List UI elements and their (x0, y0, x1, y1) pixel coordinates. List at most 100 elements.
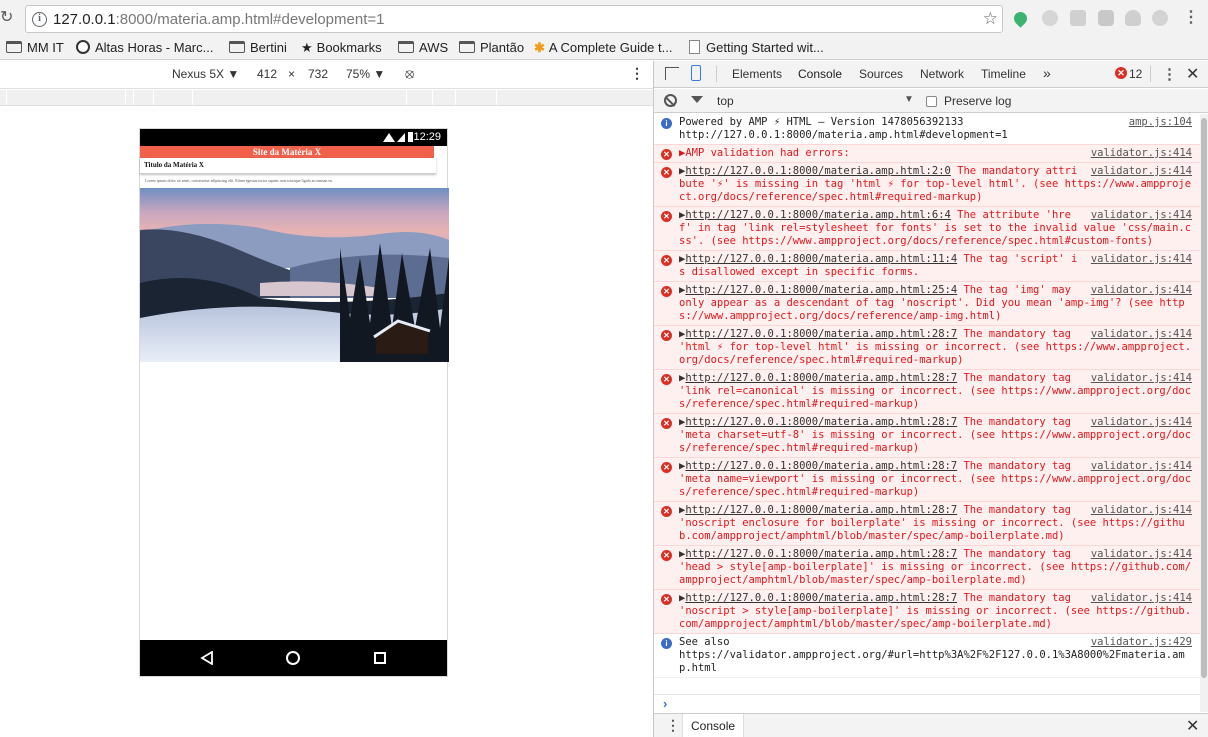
tab-network[interactable]: Network (920, 67, 964, 81)
extension-icon[interactable] (1042, 10, 1058, 26)
reload-icon[interactable]: ↻ (0, 8, 20, 28)
message-url-link[interactable]: http://127.0.0.1:8000/materia.amp.html:2… (685, 504, 957, 516)
console-error-message[interactable]: ✕ validator.js:414 ▶http://127.0.0.1:8000/… (654, 325, 1200, 370)
zoom-select[interactable]: 75% ▼ (346, 67, 385, 81)
bookmark-mm-it[interactable]: MM IT (6, 39, 64, 57)
scroll-thumb[interactable] (1201, 118, 1207, 678)
message-url-link[interactable]: http://127.0.0.1:8000/materia.amp.html:2… (685, 548, 957, 560)
devtools-menu-icon[interactable]: ⋮ (1162, 65, 1177, 83)
tab-console[interactable]: Console (798, 67, 842, 81)
message-url-link[interactable]: http://127.0.0.1:8000/materia.amp.html:6… (685, 209, 951, 221)
message-source-link[interactable]: validator.js:414 (1091, 328, 1192, 341)
bookmark-altas-horas[interactable]: Altas Horas - Marc... (76, 39, 213, 57)
dropdown-arrow-icon[interactable]: ▼ (904, 94, 914, 105)
media-query-ruler[interactable] (0, 90, 653, 106)
close-devtools-icon[interactable]: ✕ (1186, 64, 1199, 84)
device-select[interactable]: Nexus 5X ▼ (172, 67, 239, 81)
browser-menu-icon[interactable]: ⋮ (1183, 9, 1199, 27)
bookmark-bookmarks[interactable]: ★ Bookmarks (301, 39, 382, 57)
url-input[interactable]: i 127.0.0.1:8000/materia.amp.html#develo… (25, 5, 1003, 33)
console-error-message[interactable]: ✕ validator.js:414 ▶AMP validation had err… (654, 144, 1200, 163)
console-error-message[interactable]: ✕ validator.js:414 ▶http://127.0.0.1:8000/… (654, 457, 1200, 502)
message-url-link[interactable]: http://127.0.0.1:8000/materia.amp.html:2… (685, 372, 957, 384)
extension-icon[interactable] (1152, 10, 1168, 26)
home-icon[interactable] (286, 651, 300, 665)
extension-icon[interactable] (1098, 10, 1114, 26)
message-source-link[interactable]: validator.js:414 (1091, 372, 1192, 385)
error-icon: ✕ (661, 550, 672, 561)
message-url-link[interactable]: http://127.0.0.1:8000/materia.amp.html:2… (685, 165, 951, 177)
error-count[interactable]: 12 (1129, 67, 1142, 81)
bookmark-star-icon[interactable]: ☆ (983, 9, 998, 29)
bookmark-getting-started[interactable]: Getting Started wit... (689, 39, 824, 57)
bookmark-label: AWS (419, 40, 449, 55)
error-count-icon[interactable]: ✕ (1115, 67, 1127, 79)
site-header: Site da Matéria X (140, 146, 434, 158)
console-error-message[interactable]: ✕ validator.js:414 ▶http://127.0.0.1:8000/… (654, 589, 1200, 634)
context-select[interactable]: top (717, 94, 734, 108)
console-error-message[interactable]: ✕ validator.js:414 ▶http://127.0.0.1:8000/… (654, 206, 1200, 251)
width-input[interactable]: 412 (257, 67, 277, 81)
inspect-element-icon[interactable] (665, 67, 679, 80)
signal-icon (397, 133, 405, 142)
bookmark-plantao[interactable]: Plantão (459, 39, 524, 57)
console-scrollbar[interactable] (1200, 114, 1208, 712)
clear-console-icon[interactable] (664, 94, 677, 107)
console-error-message[interactable]: ✕ validator.js:414 ▶http://127.0.0.1:8000/… (654, 369, 1200, 414)
console-info-message[interactable]: i validator.js:429 See also https://valida… (654, 634, 1200, 678)
console-info-message[interactable]: i amp.js:104 Powered by AMP ⚡ HTML – Versi… (654, 114, 1200, 145)
message-source-link[interactable]: validator.js:414 (1091, 253, 1192, 266)
preserve-log-label[interactable]: Preserve log (944, 94, 1011, 108)
height-input[interactable]: 732 (308, 67, 328, 81)
console-error-message[interactable]: ✕ validator.js:414 ▶http://127.0.0.1:8000/… (654, 162, 1200, 207)
extension-cloud-icon[interactable] (1125, 10, 1141, 26)
message-url-link[interactable]: http://127.0.0.1:8000/materia.amp.html:2… (685, 328, 957, 340)
message-source-link[interactable]: validator.js:414 (1091, 548, 1192, 561)
message-source-link[interactable]: validator.js:414 (1091, 147, 1192, 160)
article-title: Titulo da Matéria X (140, 158, 436, 174)
extension-map-pin-icon[interactable] (1011, 9, 1030, 28)
console-error-message[interactable]: ✕ validator.js:414 ▶http://127.0.0.1:8000/… (654, 501, 1200, 546)
back-icon[interactable] (200, 651, 214, 665)
device-mode-icon[interactable] (691, 65, 701, 81)
bookmark-complete-guide[interactable]: ✱ A Complete Guide t... (534, 39, 672, 57)
bookmark-aws[interactable]: AWS (398, 39, 448, 57)
message-source-link[interactable]: validator.js:414 (1091, 592, 1192, 605)
drawer-menu-icon[interactable]: ⋮ (666, 717, 680, 734)
message-source-link[interactable]: validator.js:414 (1091, 165, 1192, 178)
message-source-link[interactable]: validator.js:414 (1091, 416, 1192, 429)
bookmark-bertini[interactable]: Bertini (229, 39, 287, 57)
console-error-message[interactable]: ✕ validator.js:414 ▶http://127.0.0.1:8000/… (654, 250, 1200, 282)
console-prompt[interactable]: › (654, 694, 1200, 712)
error-icon: ✕ (661, 506, 672, 517)
console-error-message[interactable]: ✕ validator.js:414 ▶http://127.0.0.1:8000/… (654, 413, 1200, 458)
message-url-link[interactable]: http://127.0.0.1:8000/materia.amp.html:2… (685, 460, 957, 472)
more-tabs-icon[interactable]: » (1043, 65, 1051, 81)
message-url-link[interactable]: http://127.0.0.1:8000/materia.amp.html:2… (685, 592, 957, 604)
message-source-link[interactable]: amp.js:104 (1129, 116, 1192, 129)
tab-timeline[interactable]: Timeline (981, 67, 1026, 81)
url-host: 127.0.0.1 (53, 11, 116, 28)
message-source-link[interactable]: validator.js:429 (1091, 636, 1192, 649)
message-source-link[interactable]: validator.js:414 (1091, 504, 1192, 517)
info-icon[interactable]: i (32, 12, 47, 27)
rotate-icon[interactable]: ⦻ (405, 65, 414, 82)
filter-icon[interactable] (691, 96, 703, 103)
message-source-link[interactable]: validator.js:414 (1091, 284, 1192, 297)
close-drawer-icon[interactable]: ✕ (1186, 716, 1199, 736)
tab-elements[interactable]: Elements (732, 67, 782, 81)
preserve-log-checkbox[interactable] (926, 96, 937, 107)
console-error-message[interactable]: ✕ validator.js:414 ▶http://127.0.0.1:8000/… (654, 545, 1200, 590)
page-icon (689, 40, 700, 54)
message-url-link[interactable]: http://127.0.0.1:8000/materia.amp.html:1… (685, 253, 957, 265)
recent-apps-icon[interactable] (374, 652, 386, 664)
device-menu-icon[interactable]: ⋮ (630, 65, 644, 82)
message-url-link[interactable]: http://127.0.0.1:8000/materia.amp.html:2… (685, 416, 957, 428)
message-source-link[interactable]: validator.js:414 (1091, 209, 1192, 222)
extension-icon[interactable] (1070, 10, 1086, 26)
console-error-message[interactable]: ✕ validator.js:414 ▶http://127.0.0.1:8000/… (654, 281, 1200, 326)
tab-sources[interactable]: Sources (859, 67, 903, 81)
drawer-tab-console[interactable]: Console (682, 714, 745, 737)
message-source-link[interactable]: validator.js:414 (1091, 460, 1192, 473)
message-url-link[interactable]: http://127.0.0.1:8000/materia.amp.html:2… (685, 284, 957, 296)
